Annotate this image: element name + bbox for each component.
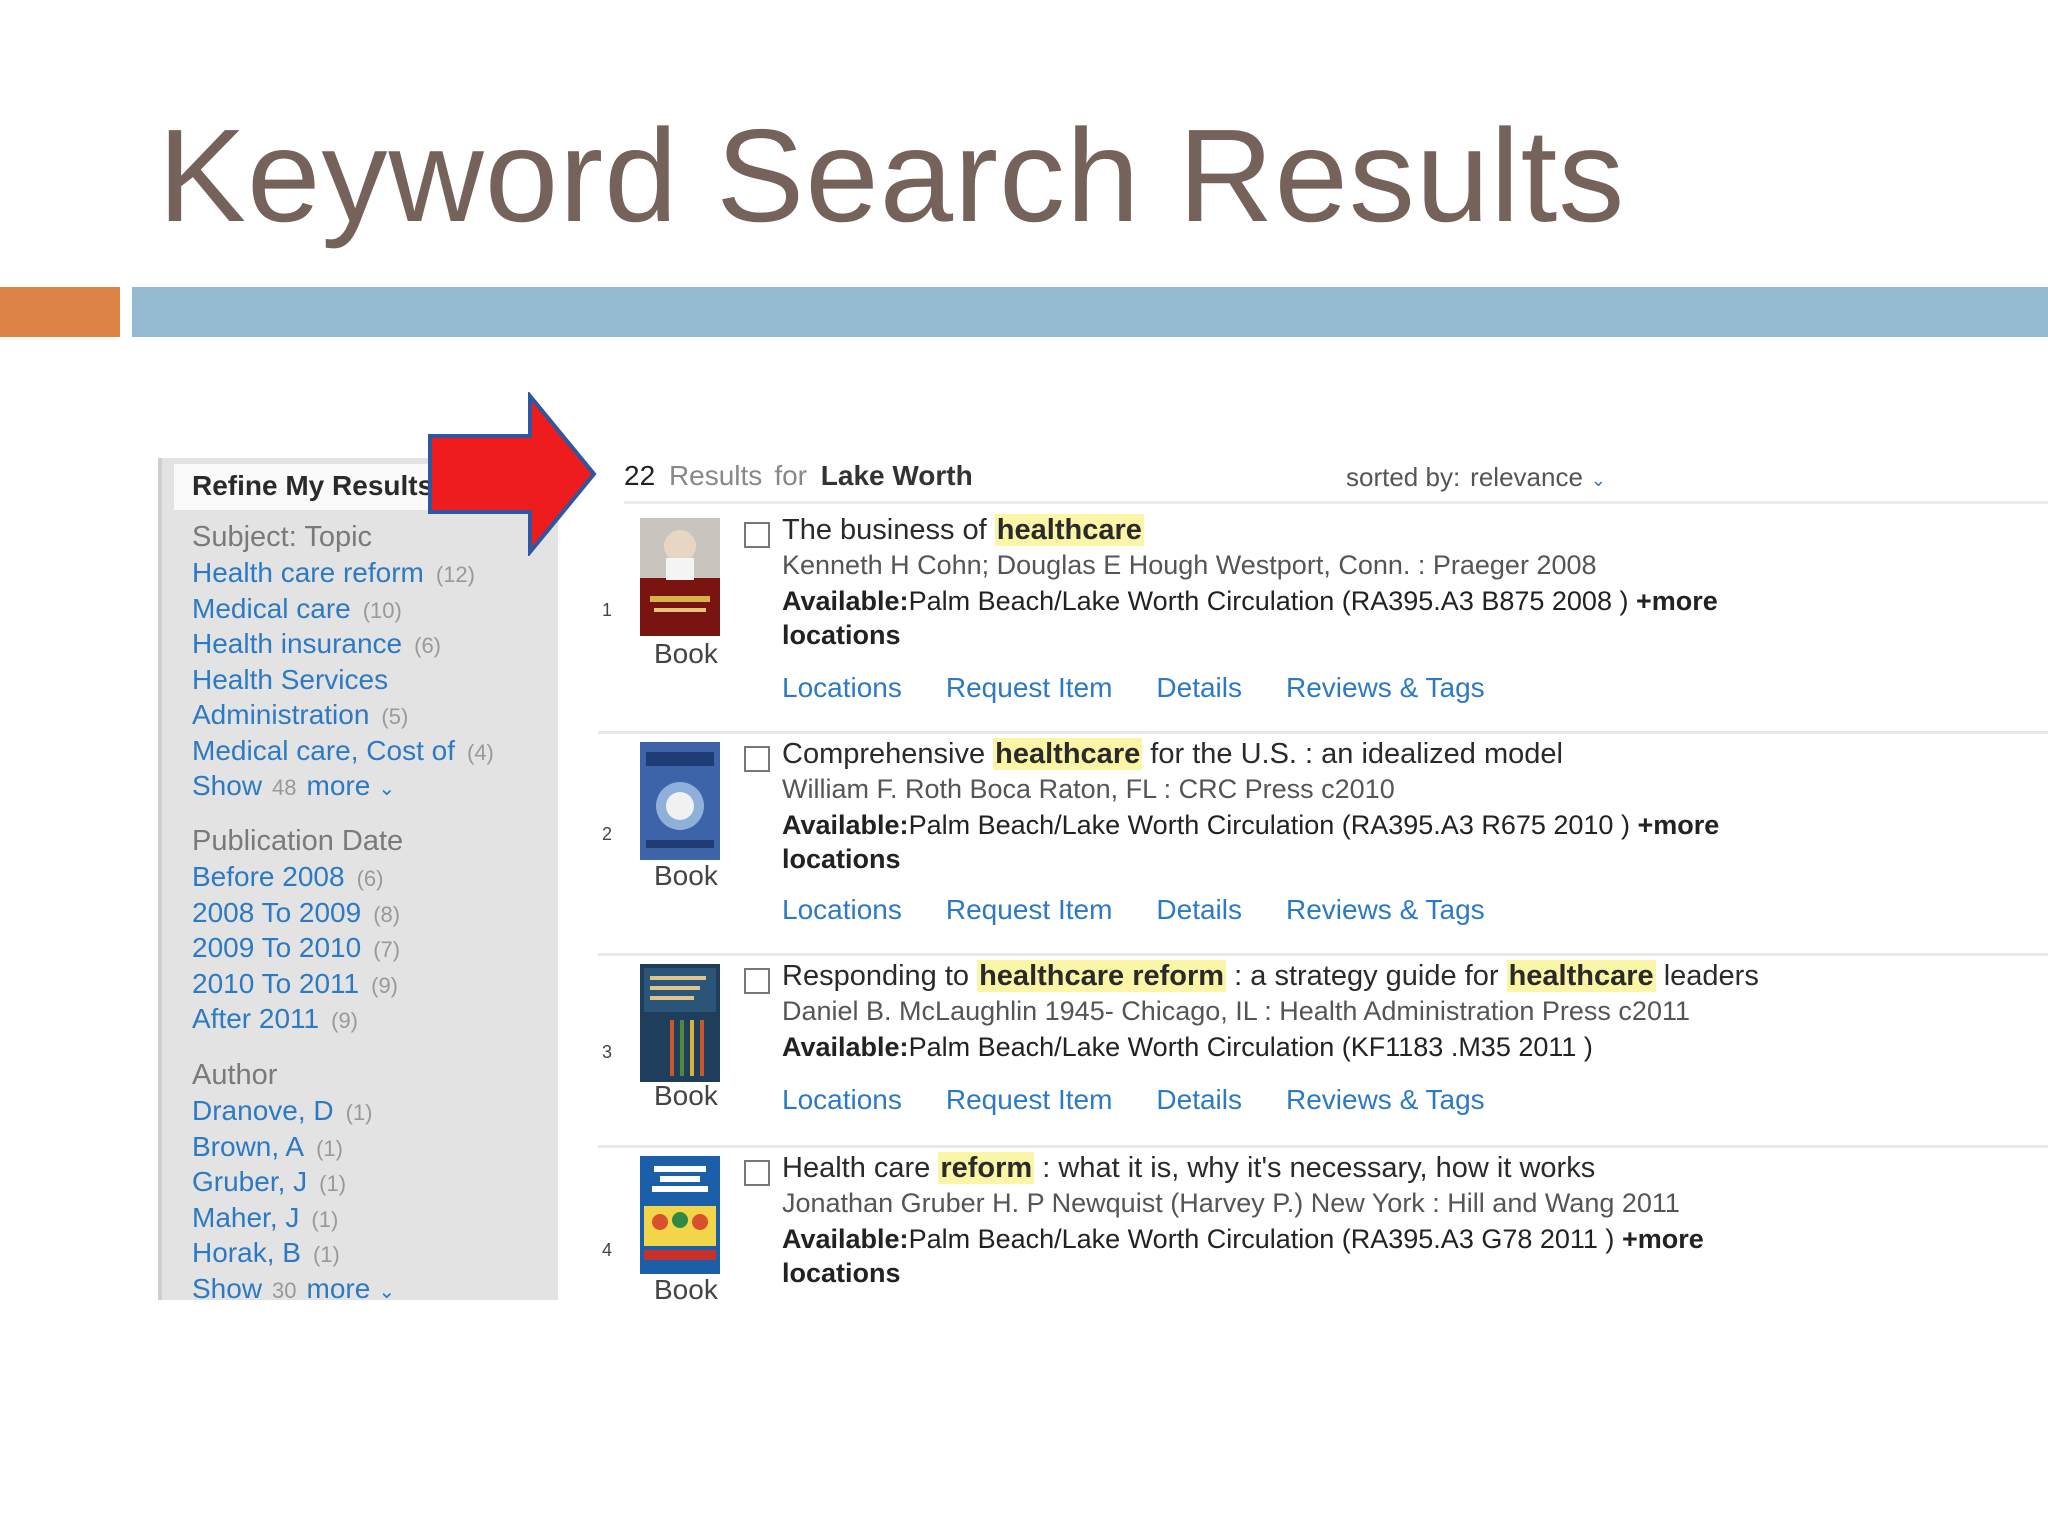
facet-pubdate: Publication Date Before 2008 (6) 2008 To … bbox=[192, 824, 403, 1038]
book-cover-image[interactable] bbox=[640, 518, 720, 636]
details-link[interactable]: Details bbox=[1156, 672, 1242, 703]
result-title[interactable]: Comprehensive healthcare for the U.S. : … bbox=[782, 738, 1563, 771]
details-link[interactable]: Details bbox=[1156, 894, 1242, 925]
result-number: 1 bbox=[602, 600, 613, 620]
format-label: Book bbox=[654, 1274, 718, 1300]
result-title[interactable]: The business of healthcare bbox=[782, 514, 1144, 547]
facet-item-medical-care-cost[interactable]: Medical care, Cost of (4) bbox=[192, 734, 494, 770]
select-checkbox[interactable] bbox=[744, 968, 770, 994]
request-item-link[interactable]: Request Item bbox=[946, 672, 1113, 703]
facet-item-dranove[interactable]: Dranove, D (1) bbox=[192, 1094, 395, 1130]
format-label: Book bbox=[654, 1080, 718, 1111]
results-header: 22 Results for Lake Worth sorted by: relev… bbox=[624, 458, 2048, 504]
facet-author: Author Dranove, D (1) Brown, A (1) Gruber,… bbox=[192, 1058, 395, 1309]
locations-link[interactable]: Locations bbox=[782, 1084, 902, 1115]
select-checkbox[interactable] bbox=[744, 746, 770, 772]
result-item: 4 Book Health care reform : what it is, … bbox=[598, 1148, 2048, 1300]
facet-item-horak[interactable]: Horak, B (1) bbox=[192, 1236, 395, 1272]
accent-bar-blue bbox=[132, 287, 2048, 337]
facet-title: Author bbox=[192, 1059, 278, 1091]
result-availability: Available:Palm Beach/Lake Worth Circulat… bbox=[782, 586, 1718, 650]
result-availability: Available:Palm Beach/Lake Worth Circulat… bbox=[782, 1224, 1704, 1288]
facet-subject: Subject: Topic Health care reform (12) Me… bbox=[192, 520, 494, 806]
reviews-tags-link[interactable]: Reviews & Tags bbox=[1286, 1084, 1485, 1115]
request-item-link[interactable]: Request Item bbox=[946, 1084, 1113, 1115]
result-byline: Jonathan Gruber H. P Newquist (Harvey P.… bbox=[782, 1188, 1680, 1218]
result-number: 3 bbox=[602, 1042, 613, 1062]
result-title[interactable]: Responding to healthcare reform : a stra… bbox=[782, 960, 1759, 993]
book-cover-image[interactable] bbox=[640, 1156, 720, 1274]
locations-link[interactable]: Locations bbox=[782, 672, 902, 703]
facet-item-health-insurance[interactable]: Health insurance (6) bbox=[192, 627, 494, 663]
result-availability: Available:Palm Beach/Lake Worth Circulat… bbox=[782, 810, 1720, 874]
accent-bar-orange bbox=[0, 287, 120, 337]
result-number: 2 bbox=[602, 824, 613, 844]
results-count: 22 Results for Lake Worth bbox=[624, 460, 973, 491]
chevron-down-icon: ⌄ bbox=[378, 1280, 396, 1303]
sort-dropdown[interactable]: sorted by: relevance ⌄ bbox=[1346, 462, 1606, 493]
show-more-subjects[interactable]: Show 48 more ⌄ bbox=[192, 769, 494, 806]
result-title[interactable]: Health care reform : what it is, why it'… bbox=[782, 1152, 1595, 1185]
facet-item-2010-2011[interactable]: 2010 To 2011 (9) bbox=[192, 967, 403, 1003]
book-cover-image[interactable] bbox=[640, 742, 720, 860]
result-byline: William F. Roth Boca Raton, FL : CRC Pre… bbox=[782, 774, 1395, 804]
facet-item-health-care-reform[interactable]: Health care reform (12) bbox=[192, 556, 494, 592]
facet-item-medical-care[interactable]: Medical care (10) bbox=[192, 592, 494, 628]
format-label: Book bbox=[654, 638, 718, 669]
result-number: 4 bbox=[602, 1240, 613, 1260]
format-label: Book bbox=[654, 860, 718, 891]
result-availability: Available:Palm Beach/Lake Worth Circulat… bbox=[782, 1032, 1593, 1062]
facet-item-gruber[interactable]: Gruber, J (1) bbox=[192, 1165, 395, 1201]
reviews-tags-link[interactable]: Reviews & Tags bbox=[1286, 894, 1485, 925]
result-item: 3 Book Responding to healthcare reform :… bbox=[598, 956, 2048, 1148]
facet-item-2009-2010[interactable]: 2009 To 2010 (7) bbox=[192, 931, 403, 967]
show-more-authors[interactable]: Show 30 more ⌄ bbox=[192, 1272, 395, 1309]
facet-item-after-2011[interactable]: After 2011 (9) bbox=[192, 1002, 403, 1038]
facet-item-health-services[interactable]: Health Services bbox=[192, 663, 494, 699]
details-link[interactable]: Details bbox=[1156, 1084, 1242, 1115]
chevron-down-icon: ⌄ bbox=[1590, 470, 1606, 490]
result-actions: Locations Request Item Details Reviews & Ta… bbox=[782, 1084, 1529, 1116]
facet-item-maher[interactable]: Maher, J (1) bbox=[192, 1201, 395, 1237]
book-cover-image[interactable] bbox=[640, 964, 720, 1082]
result-actions: Locations Request Item Details Reviews & Ta… bbox=[782, 894, 1529, 926]
result-byline: Kenneth H Cohn; Douglas E Hough Westport… bbox=[782, 550, 1597, 580]
request-item-link[interactable]: Request Item bbox=[946, 894, 1113, 925]
facet-item-administration[interactable]: Administration (5) bbox=[192, 698, 494, 734]
locations-link[interactable]: Locations bbox=[782, 894, 902, 925]
result-item: 1 Book The business of healthcare Kennet… bbox=[598, 510, 2048, 734]
select-checkbox[interactable] bbox=[744, 1160, 770, 1186]
catalog-screenshot: Refine My Results Subject: Topic Health … bbox=[158, 392, 2048, 1304]
red-arrow-icon bbox=[428, 392, 597, 556]
select-checkbox[interactable] bbox=[744, 522, 770, 548]
result-byline: Daniel B. McLaughlin 1945- Chicago, IL :… bbox=[782, 996, 1690, 1026]
facet-item-2008-2009[interactable]: 2008 To 2009 (8) bbox=[192, 896, 403, 932]
reviews-tags-link[interactable]: Reviews & Tags bbox=[1286, 672, 1485, 703]
slide-title: Keyword Search Results bbox=[158, 102, 1626, 249]
refine-sidebar: Refine My Results Subject: Topic Health … bbox=[158, 458, 558, 1304]
facet-title: Publication Date bbox=[192, 825, 404, 857]
facet-item-brown[interactable]: Brown, A (1) bbox=[192, 1130, 395, 1166]
chevron-down-icon: ⌄ bbox=[378, 778, 396, 800]
result-item: 2 Book Comprehensive healthcare for the … bbox=[598, 734, 2048, 956]
facet-item-before-2008[interactable]: Before 2008 (6) bbox=[192, 860, 403, 896]
result-actions: Locations Request Item Details Reviews & Ta… bbox=[782, 672, 1529, 704]
